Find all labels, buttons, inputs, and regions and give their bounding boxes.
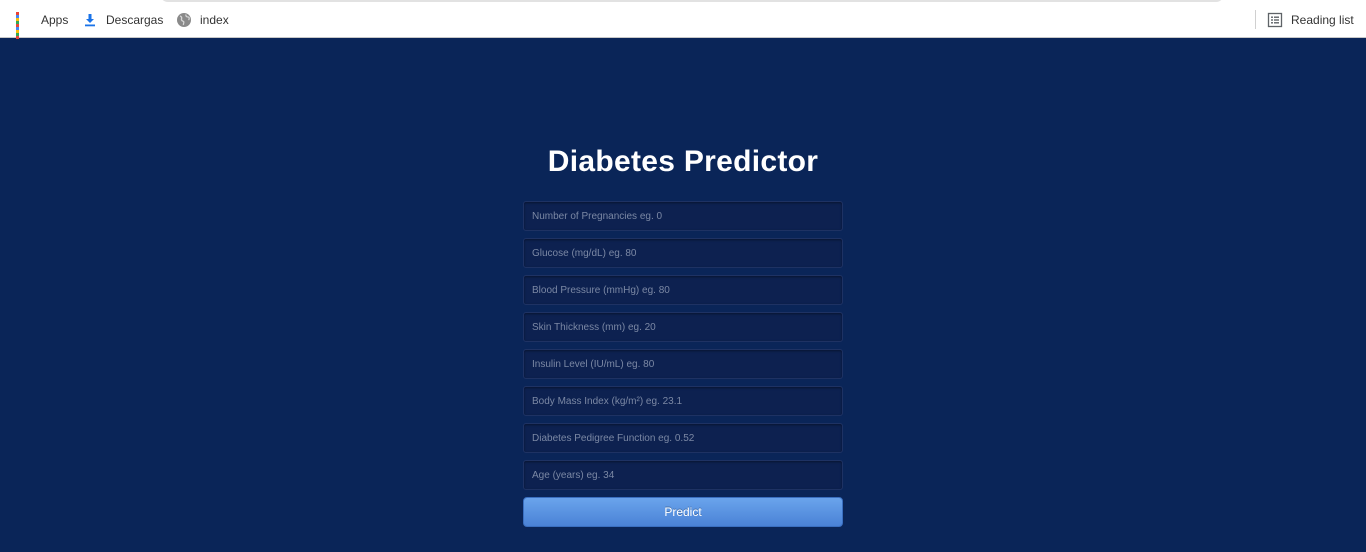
blood-pressure-input[interactable] xyxy=(523,275,843,305)
globe-icon xyxy=(176,12,192,28)
bookmark-index-label: index xyxy=(200,13,229,27)
insulin-input[interactable] xyxy=(523,349,843,379)
predict-button[interactable]: Predict xyxy=(523,497,843,527)
age-input[interactable] xyxy=(523,460,843,490)
pedigree-function-input[interactable] xyxy=(523,423,843,453)
reading-list-label: Reading list xyxy=(1291,13,1354,27)
apps-grid-icon xyxy=(15,11,33,39)
glucose-input[interactable] xyxy=(523,238,843,268)
page-content: Diabetes Predictor Predict xyxy=(0,39,1366,552)
bookmark-descargas-label: Descargas xyxy=(106,13,164,27)
bmi-input[interactable] xyxy=(523,386,843,416)
bookmarks-bar: Apps Descargas index Reading list xyxy=(0,0,1366,39)
reading-list-divider xyxy=(1255,10,1256,29)
pregnancies-input[interactable] xyxy=(523,201,843,231)
reading-list-button[interactable]: Reading list xyxy=(1267,10,1354,30)
bookmark-descargas[interactable]: Descargas xyxy=(82,10,163,30)
skin-thickness-input[interactable] xyxy=(523,312,843,342)
bookmark-index[interactable]: index xyxy=(176,10,229,30)
omnibox-edge xyxy=(160,0,1224,2)
bookmark-apps-label: Apps xyxy=(41,13,69,27)
bookmark-apps[interactable]: Apps xyxy=(15,10,69,39)
page-title: Diabetes Predictor xyxy=(547,145,819,178)
reading-list-icon xyxy=(1267,12,1283,28)
predict-form: Predict xyxy=(523,201,843,527)
download-icon xyxy=(82,12,98,28)
